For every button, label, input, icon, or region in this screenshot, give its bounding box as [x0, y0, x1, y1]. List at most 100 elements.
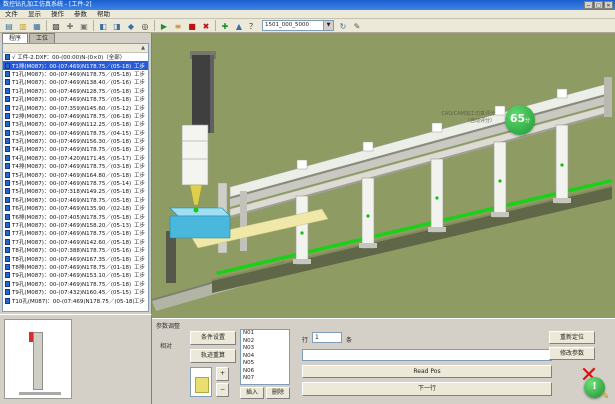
document-icon [5, 138, 10, 144]
program-list-row[interactable]: √ 工件-2.DXF：00-(00:00)N-(0×0)（全部） [3, 53, 148, 61]
refresh-icon[interactable]: ↻ [337, 20, 350, 32]
row-text: T5孔(M087)：00-(07:469)N164.80／(05-18)（04-… [12, 171, 134, 179]
program-list-row[interactable]: T7孔(M087)：00-(07:469)N178.75／(05-18)（07-… [3, 229, 148, 237]
cut-icon[interactable]: ✚ [64, 20, 77, 32]
chevron-down-icon[interactable]: ▼ [323, 21, 333, 30]
pause-icon[interactable]: ≡ [172, 20, 185, 32]
copy-icon[interactable]: ▣ [78, 20, 91, 32]
program-list-row[interactable]: T1排(M087)：00-(07:469)N178.75／(05-18)（04-… [3, 61, 148, 69]
program-list-row[interactable]: T9孔(M087)：00-(07:469)N153.10／(05-18)（04-… [3, 271, 148, 279]
program-list-row[interactable]: T8孔(M087)：00-(07:388)N178.75／(05-16)（04-… [3, 246, 148, 254]
menu-item-4[interactable]: 帮助 [92, 10, 115, 19]
program-list-row[interactable]: T6孔(M087)：00-(07:469)N178.75／(05-18)（10-… [3, 196, 148, 204]
recalculate-path-button[interactable]: 轨迹重算 [190, 349, 236, 363]
condition-setting-button[interactable]: 条件设置 [190, 331, 236, 345]
listbox-line[interactable]: N04 [241, 353, 289, 361]
row-tag: 工步 [134, 78, 148, 86]
document-icon [5, 230, 10, 236]
listbox-line[interactable]: N01 [241, 330, 289, 338]
program-list-row[interactable]: T1孔(M087)：00-(07:469)N138.40／(05-16)（04-… [3, 78, 148, 86]
next-line-button[interactable]: 下一行 [302, 382, 552, 396]
program-list-row[interactable]: T5孔(M087)：00-(07:469)N178.75／(05-14)（04-… [3, 179, 148, 187]
stop-icon[interactable]: ■ [186, 20, 199, 32]
program-list-row[interactable]: T9孔(M087)：00-(07:432)N160.45／(05-15)（04-… [3, 288, 148, 296]
program-list-row[interactable]: T7孔(M087)：00-(07:469)N158.20／(05-13)（04-… [3, 221, 148, 229]
program-list-row[interactable]: T4孔(M087)：00-(07:420)N171.45／(05-17)（04-… [3, 154, 148, 162]
print-icon[interactable]: ▩ [50, 20, 63, 32]
program-list-row[interactable]: T1孔(M087)：00-(07:469)N178.75／(05-18)（04-… [3, 70, 148, 78]
program-list-row[interactable]: T4孔(M087)：00-(07:469)N178.75／(05-18)（04-… [3, 145, 148, 153]
menu-item-1[interactable]: 显示 [23, 10, 46, 19]
delete-button[interactable]: 删除 [266, 387, 290, 399]
program-list-row[interactable]: T10孔(M087)：00-(07:469)N178.75／(05-18)（04… [3, 296, 148, 304]
decrease-button[interactable]: − [216, 383, 229, 397]
menu-bar: 文件显示操作参数帮助 [0, 10, 615, 19]
measure-icon[interactable]: ✚ [219, 20, 232, 32]
tab-program[interactable]: 程序 [2, 33, 28, 43]
menu-item-0[interactable]: 文件 [0, 10, 23, 19]
row-text: T5孔(M087)：00-(07:318)N149.25／(05-18)（04-… [12, 187, 134, 195]
program-list-row[interactable]: T3孔(M087)：00-(07:469)N112.25／(05-18)（04-… [3, 120, 148, 128]
program-list-row[interactable]: T2排(M087)：00-(07:469)N178.75／(06-18)（04-… [3, 112, 148, 120]
program-list-header[interactable]: ▲ [3, 44, 148, 53]
view-iso-icon[interactable]: ◆ [125, 20, 138, 32]
listbox-line[interactable]: N05 [241, 360, 289, 368]
reposition-button[interactable]: 重新定位 [549, 331, 595, 344]
abort-icon[interactable]: ✖ [200, 20, 213, 32]
line-listbox[interactable]: N01N02N03N04N05N06N07 [240, 329, 290, 385]
row-tag: 工步 [134, 221, 148, 229]
minimize-button[interactable]: ─ [584, 1, 593, 9]
document-icon [5, 121, 10, 127]
help-icon[interactable]: ？ [247, 20, 260, 32]
simulation-viewport[interactable]: CAD/CAM加工仿真评分 （自动评分） 65分 [152, 33, 615, 318]
program-list-row[interactable]: T8排(M087)：00-(07:469)N178.75／(01-18)（11-… [3, 263, 148, 271]
save-icon[interactable]: ▦ [31, 20, 44, 32]
increase-button[interactable]: + [216, 367, 229, 381]
document-icon [5, 96, 10, 102]
menu-item-3[interactable]: 参数 [69, 10, 92, 19]
row-tag: 工步 [134, 137, 148, 145]
program-list-row[interactable]: T9孔(M087)：00-(07:469)N178.75／(05-18)（04-… [3, 280, 148, 288]
row-text: T8排(M087)：00-(07:469)N178.75／(01-18)（11-… [12, 263, 134, 271]
program-list-row[interactable]: T5孔(M087)：00-(07:318)N149.25／(05-18)（04-… [3, 187, 148, 195]
view-front-icon[interactable]: ◧ [97, 20, 110, 32]
program-list-row[interactable]: T5孔(M087)：00-(07:469)N164.80／(05-18)（04-… [3, 170, 148, 178]
program-list-row[interactable]: T3孔(M087)：00-(07:469)N178.75／(04-15)（04-… [3, 129, 148, 137]
program-combobox[interactable]: 1501_000_5000 ▼ [262, 20, 334, 31]
flag-icon[interactable]: ▲ [233, 20, 246, 32]
modify-params-button[interactable]: 修改参数 [549, 347, 595, 360]
settings-icon[interactable]: ✎ [351, 20, 364, 32]
program-list-row[interactable]: T7孔(M087)：00-(07:469)N142.60／(05-18)（04-… [3, 238, 148, 246]
open-file-icon[interactable]: ▥ [17, 20, 30, 32]
program-list-row[interactable]: T1孔(M087)：00-(07:469)N128.75／(05-18)（14-… [3, 87, 148, 95]
row-tag: 工步 [134, 171, 148, 179]
listbox-line[interactable]: N06 [241, 368, 289, 376]
program-list-row[interactable]: T3孔(M087)：00-(07:469)N156.30／(05-18)（09-… [3, 137, 148, 145]
run-icon[interactable]: ▶ [158, 20, 171, 32]
close-button[interactable]: ✕ [604, 1, 613, 9]
tab-station[interactable]: 工位 [29, 33, 55, 43]
program-list-row[interactable]: T2孔(M087)：00-(07:359)N145.60／(05-12)（08-… [3, 103, 148, 111]
line-number-field[interactable]: 1 [312, 332, 342, 343]
listbox-line[interactable]: N07 [241, 375, 289, 383]
program-list-row[interactable]: T2孔(M087)：00-(07:469)N178.75／(05-18)（04-… [3, 95, 148, 103]
insert-button[interactable]: 插入 [240, 387, 264, 399]
program-list-row[interactable]: T4排(M087)：00-(07:469)N178.75／(03-18)（12-… [3, 162, 148, 170]
menu-item-2[interactable]: 操作 [46, 10, 69, 19]
title-bar[interactable]: 数控钻孔加工仿真系统 - [工件-2] ─ □ ✕ [0, 0, 615, 10]
program-list-row[interactable]: T6排(M087)：00-(07:405)N178.75／(05-18)（04-… [3, 212, 148, 220]
new-file-icon[interactable]: ▤ [3, 20, 16, 32]
toolbar-separator [93, 20, 94, 31]
edit-pencil-icon[interactable]: ✎ [601, 391, 609, 402]
row-tag: 工步 [134, 95, 148, 103]
sort-arrow-icon[interactable]: ▲ [141, 44, 145, 52]
listbox-line[interactable]: N02 [241, 338, 289, 346]
view-top-icon[interactable]: ◨ [111, 20, 124, 32]
program-list-row[interactable]: T8孔(M087)：00-(07:469)N167.35／(05-18)（04-… [3, 254, 148, 262]
program-list-row[interactable]: T6孔(M087)：00-(07:469)N135.90／(02-18)（04-… [3, 204, 148, 212]
row-text: T3孔(M087)：00-(07:469)N112.25／(05-18)（04-… [12, 120, 134, 128]
read-pos-button[interactable]: Read Pos [302, 365, 552, 378]
zoom-icon[interactable]: ◎ [139, 20, 152, 32]
maximize-button[interactable]: □ [594, 1, 603, 9]
listbox-line[interactable]: N03 [241, 345, 289, 353]
